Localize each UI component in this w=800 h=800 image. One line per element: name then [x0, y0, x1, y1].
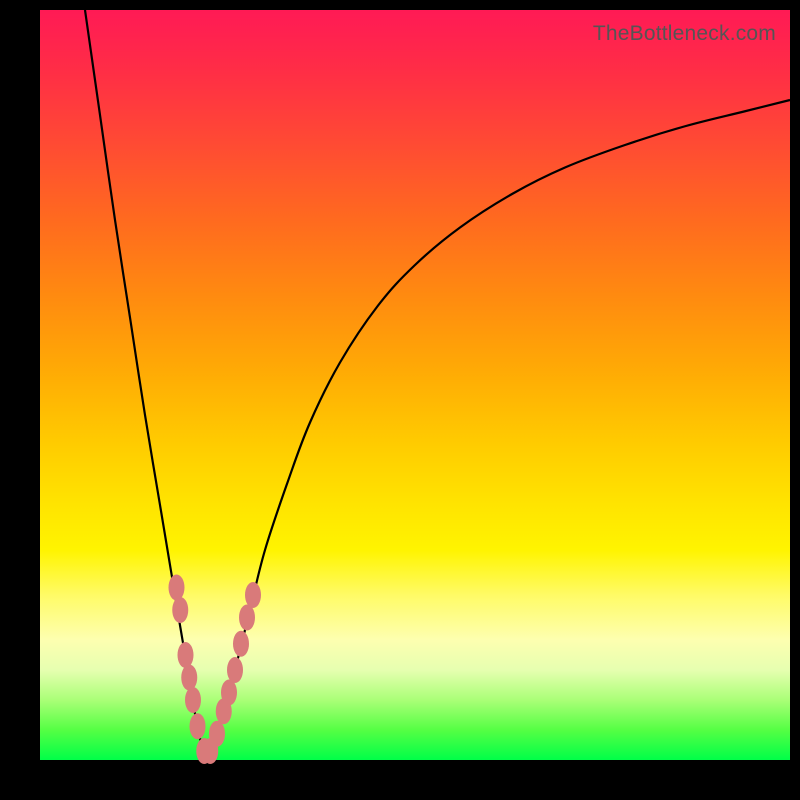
- chart-plot-area: TheBottleneck.com: [40, 10, 790, 760]
- bottleneck-curve: [40, 10, 790, 760]
- marker-14: [245, 582, 261, 608]
- marker-11: [227, 657, 243, 683]
- curve-right-branch: [205, 100, 790, 756]
- marker-10: [221, 680, 237, 706]
- marker-4: [185, 687, 201, 713]
- marker-0: [169, 575, 185, 601]
- curve-group: [85, 10, 790, 756]
- marker-8: [209, 721, 225, 747]
- marker-5: [190, 713, 206, 739]
- chart-frame: TheBottleneck.com: [0, 0, 800, 800]
- marker-1: [172, 597, 188, 623]
- marker-group: [169, 575, 262, 765]
- marker-3: [181, 665, 197, 691]
- marker-13: [239, 605, 255, 631]
- marker-2: [178, 642, 194, 668]
- marker-12: [233, 631, 249, 657]
